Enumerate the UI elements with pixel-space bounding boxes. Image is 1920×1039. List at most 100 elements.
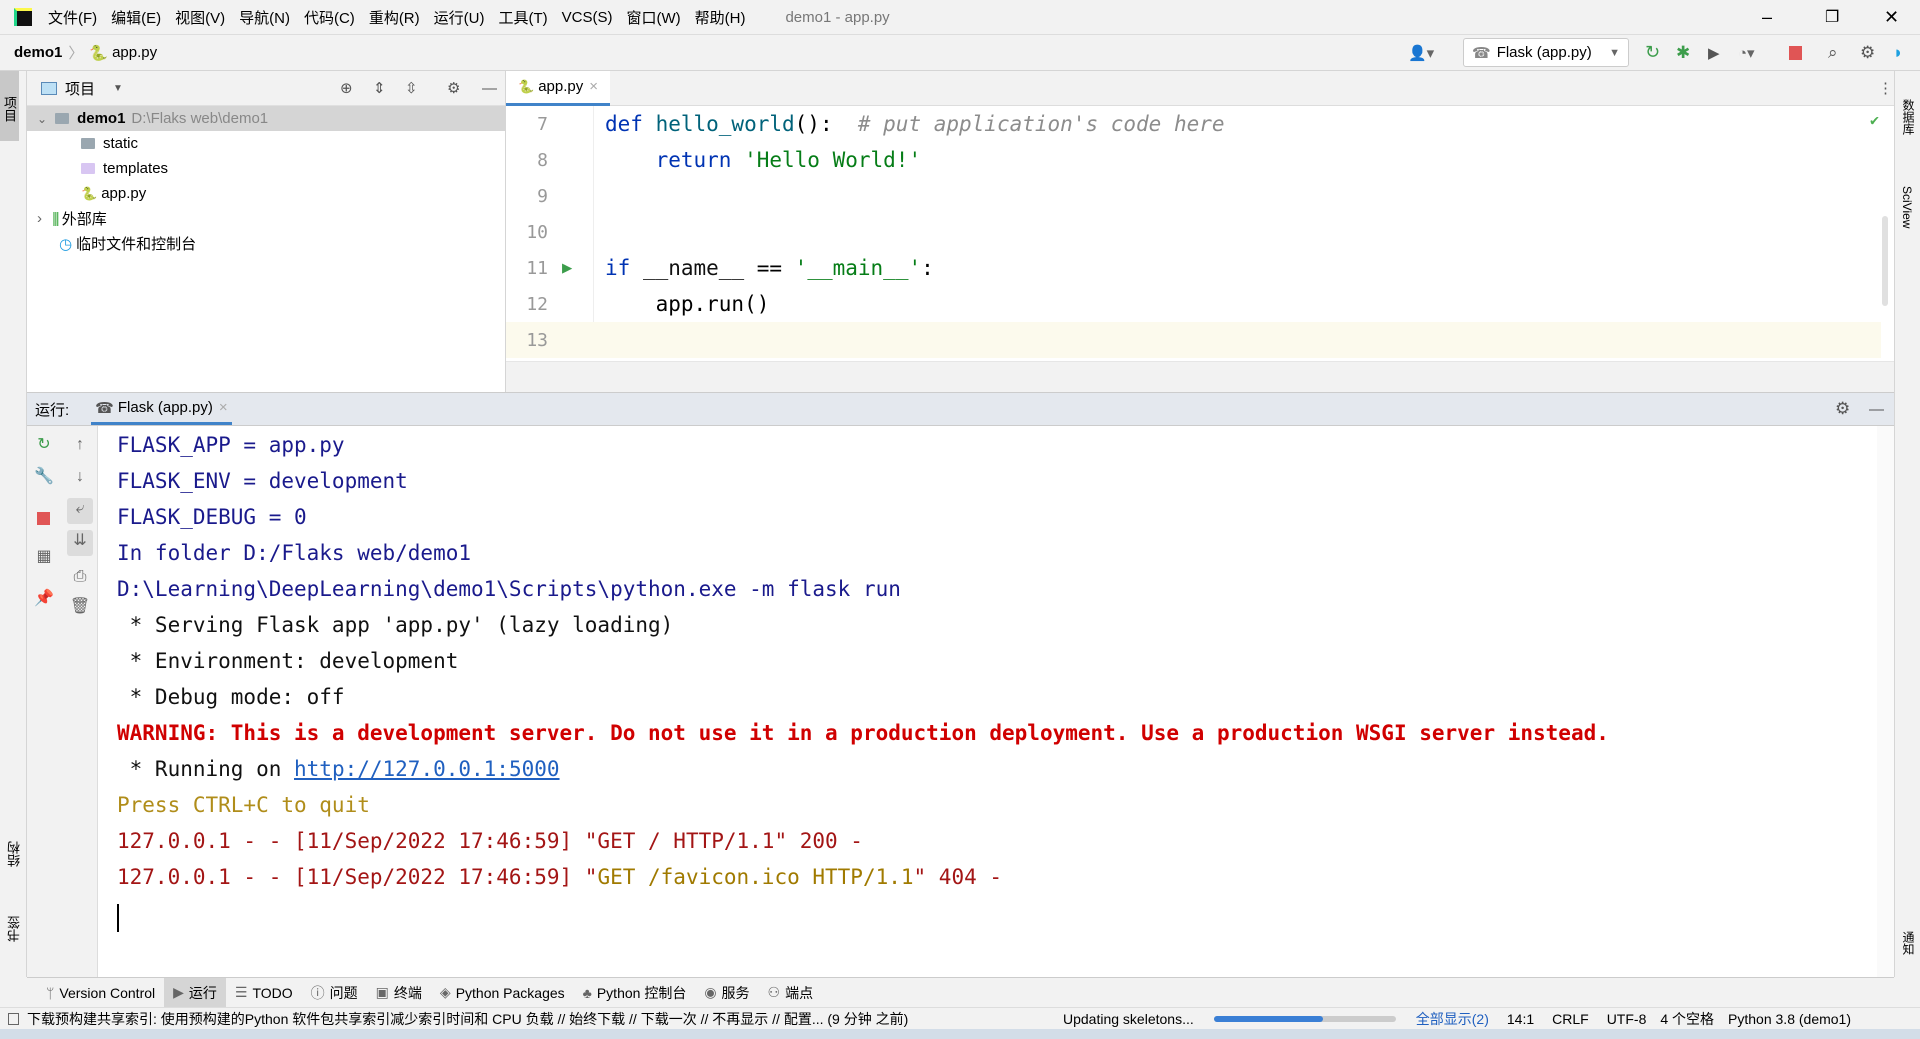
wrench-icon[interactable]: 🔧 <box>33 466 55 488</box>
tab-services[interactable]: ◉ 服务 <box>695 978 758 1008</box>
tree-item-label: templates <box>103 160 169 177</box>
tab-python-console[interactable]: ♣ Python 控制台 <box>574 978 696 1008</box>
locate-icon[interactable]: ⊕ <box>340 79 353 97</box>
restore-button[interactable]: ❐ <box>1825 7 1839 27</box>
right-tool-strip: 数据库 SciView 通知 <box>1894 71 1920 977</box>
tab-endpoints[interactable]: ⚇ 端点 <box>759 978 823 1008</box>
menu-navigate[interactable]: 导航(N) <box>239 7 290 28</box>
menu-file[interactable]: 文件(F) <box>48 7 97 28</box>
menu-run[interactable]: 运行(U) <box>434 7 485 28</box>
console-line: FLASK_APP = app.py <box>117 433 345 457</box>
run-tab-flask[interactable]: ☎ Flask (app.py) × <box>91 393 232 425</box>
tree-item-external-libraries[interactable]: › ||| 外部库 <box>27 206 505 231</box>
python-file-icon: 🐍 <box>81 185 98 201</box>
bookmarks-tool-button[interactable]: 书签 <box>5 916 24 942</box>
layout-icon[interactable]: ▦ <box>33 546 55 568</box>
tree-item-scratches[interactable]: ◷ 临时文件和控制台 <box>27 231 505 256</box>
gear-icon[interactable]: ⚙ <box>1835 399 1850 419</box>
run-config-select[interactable]: ☎ Flask (app.py) ▼ <box>1463 38 1629 67</box>
server-url-link[interactable]: http://127.0.0.1:5000 <box>294 757 560 781</box>
folder-icon <box>81 138 95 149</box>
tab-run[interactable]: ▶ 运行 <box>164 977 226 1008</box>
scroll-down-icon[interactable]: ↓ <box>69 466 91 488</box>
hide-icon[interactable]: — <box>1869 401 1884 418</box>
stop-icon[interactable] <box>1789 46 1802 60</box>
tab-terminal[interactable]: ▣ 终端 <box>367 978 431 1008</box>
menu-code[interactable]: 代码(C) <box>304 7 355 28</box>
search-icon[interactable]: ⌕ <box>1828 43 1838 63</box>
rerun-icon[interactable]: ↻ <box>33 434 55 456</box>
python-interpreter[interactable]: Python 3.8 (demo1) <box>1728 1011 1851 1027</box>
collapse-all-icon[interactable]: ⇳ <box>405 79 418 97</box>
close-tab-icon[interactable]: × <box>219 399 228 416</box>
tree-item-templates[interactable]: templates <box>27 156 505 181</box>
show-all-tasks-link[interactable]: 全部显示(2) <box>1416 1009 1489 1029</box>
menu-edit[interactable]: 编辑(E) <box>111 7 161 28</box>
gear-icon[interactable]: ⚙ <box>1860 43 1875 63</box>
line-separator[interactable]: CRLF <box>1552 1011 1589 1027</box>
database-tool-button[interactable]: 数据库 <box>1900 99 1917 135</box>
print-icon[interactable]: ⎙ <box>69 566 91 588</box>
tab-label: 运行 <box>188 984 217 1001</box>
menu-refactor[interactable]: 重构(R) <box>369 7 420 28</box>
breadcrumb-project[interactable]: demo1 <box>14 44 62 61</box>
structure-tool-button[interactable]: 结构 <box>5 841 24 867</box>
tab-app-py[interactable]: 🐍 app.py × <box>506 70 610 106</box>
run-gutter-icon[interactable]: ▶ <box>562 258 572 278</box>
close-window-button[interactable]: ✕ <box>1884 7 1899 28</box>
console-scrollbar[interactable] <box>1877 426 1894 977</box>
tree-item-static[interactable]: static <box>27 131 505 156</box>
status-toggle-icon[interactable] <box>8 1012 19 1025</box>
scroll-to-end-icon[interactable]: ⇊ <box>67 530 93 556</box>
soft-wrap-icon[interactable]: ⤶ <box>67 498 93 524</box>
tab-problems[interactable]: ⓘ 问题 <box>302 978 367 1008</box>
tab-todo[interactable]: ☰ TODO <box>226 978 302 1008</box>
menu-view[interactable]: 视图(V) <box>175 7 225 28</box>
rerun-icon[interactable]: ↻ <box>1645 42 1660 63</box>
chevron-down-icon[interactable]: ▼ <box>113 83 123 94</box>
breadcrumb-file[interactable]: app.py <box>112 44 157 61</box>
string: '__main__' <box>794 256 922 280</box>
editor-scrollbar[interactable] <box>1882 216 1888 306</box>
indent-setting[interactable]: 4 个空格 <box>1660 1009 1714 1029</box>
console-output[interactable]: FLASK_APP = app.py FLASK_ENV = developme… <box>98 426 1894 977</box>
tab-python-packages[interactable]: ◈ Python Packages <box>431 978 574 1008</box>
code-token: : <box>921 256 934 280</box>
cursor-position[interactable]: 14:1 <box>1507 1011 1534 1027</box>
coverage-icon[interactable]: ▶ <box>1708 44 1720 62</box>
code-editor[interactable]: 🐍 app.py × ⋮ 7 def hello_world(): # put a… <box>506 70 1894 392</box>
file-encoding[interactable]: UTF-8 <box>1607 1011 1647 1027</box>
menu-vcs[interactable]: VCS(S) <box>562 9 613 26</box>
tree-item-demo1[interactable]: ⌄ demo1 D:\Flaks web\demo1 <box>27 106 505 131</box>
problems-icon: ⓘ <box>310 984 325 1001</box>
expand-all-icon[interactable]: ⇕ <box>373 79 386 97</box>
hide-icon[interactable]: — <box>482 80 497 97</box>
run-config-label: Flask (app.py) <box>1496 44 1592 61</box>
minimize-button[interactable]: – <box>1762 7 1772 28</box>
close-tab-icon[interactable]: × <box>589 78 598 95</box>
sciview-tool-button[interactable]: SciView <box>1900 186 1914 228</box>
trash-icon[interactable]: 🗑 <box>69 596 91 618</box>
stop-icon[interactable] <box>37 512 50 525</box>
jetbrains-toolbox-icon[interactable]: ◗ <box>1893 43 1903 63</box>
profile-icon[interactable]: ◔▾ <box>1738 44 1755 62</box>
branch-icon: ᛘ <box>46 984 55 1001</box>
code-line: 12 app.run() <box>506 286 1881 322</box>
menu-tools[interactable]: 工具(T) <box>498 7 547 28</box>
more-options-icon[interactable]: ⋮ <box>1878 79 1893 97</box>
project-view-select[interactable]: 项目 <box>65 78 95 99</box>
notifications-tool-button[interactable]: 通知 <box>1900 931 1917 955</box>
user-icon[interactable]: 👤▾ <box>1408 44 1434 62</box>
menu-help[interactable]: 帮助(H) <box>695 7 746 28</box>
menu-window[interactable]: 窗口(W) <box>626 7 680 28</box>
project-tool-button[interactable]: 项目 <box>0 71 19 141</box>
tab-version-control[interactable]: ᛘ Version Control <box>37 978 164 1008</box>
debug-icon[interactable]: ✱ <box>1676 43 1690 63</box>
gear-icon[interactable]: ⚙ <box>447 79 460 97</box>
tree-item-app-py[interactable]: 🐍 app.py <box>27 181 505 206</box>
status-message[interactable]: 下载预构建共享索引: 使用预构建的Python 软件包共享索引减少索引时间和 C… <box>27 1009 1037 1029</box>
console-warning: WARNING: This is a development server. D… <box>117 721 1609 745</box>
console-line: * Debug mode: off <box>117 685 345 709</box>
pin-icon[interactable]: 📌 <box>33 588 55 610</box>
scroll-up-icon[interactable]: ↑ <box>69 434 91 456</box>
